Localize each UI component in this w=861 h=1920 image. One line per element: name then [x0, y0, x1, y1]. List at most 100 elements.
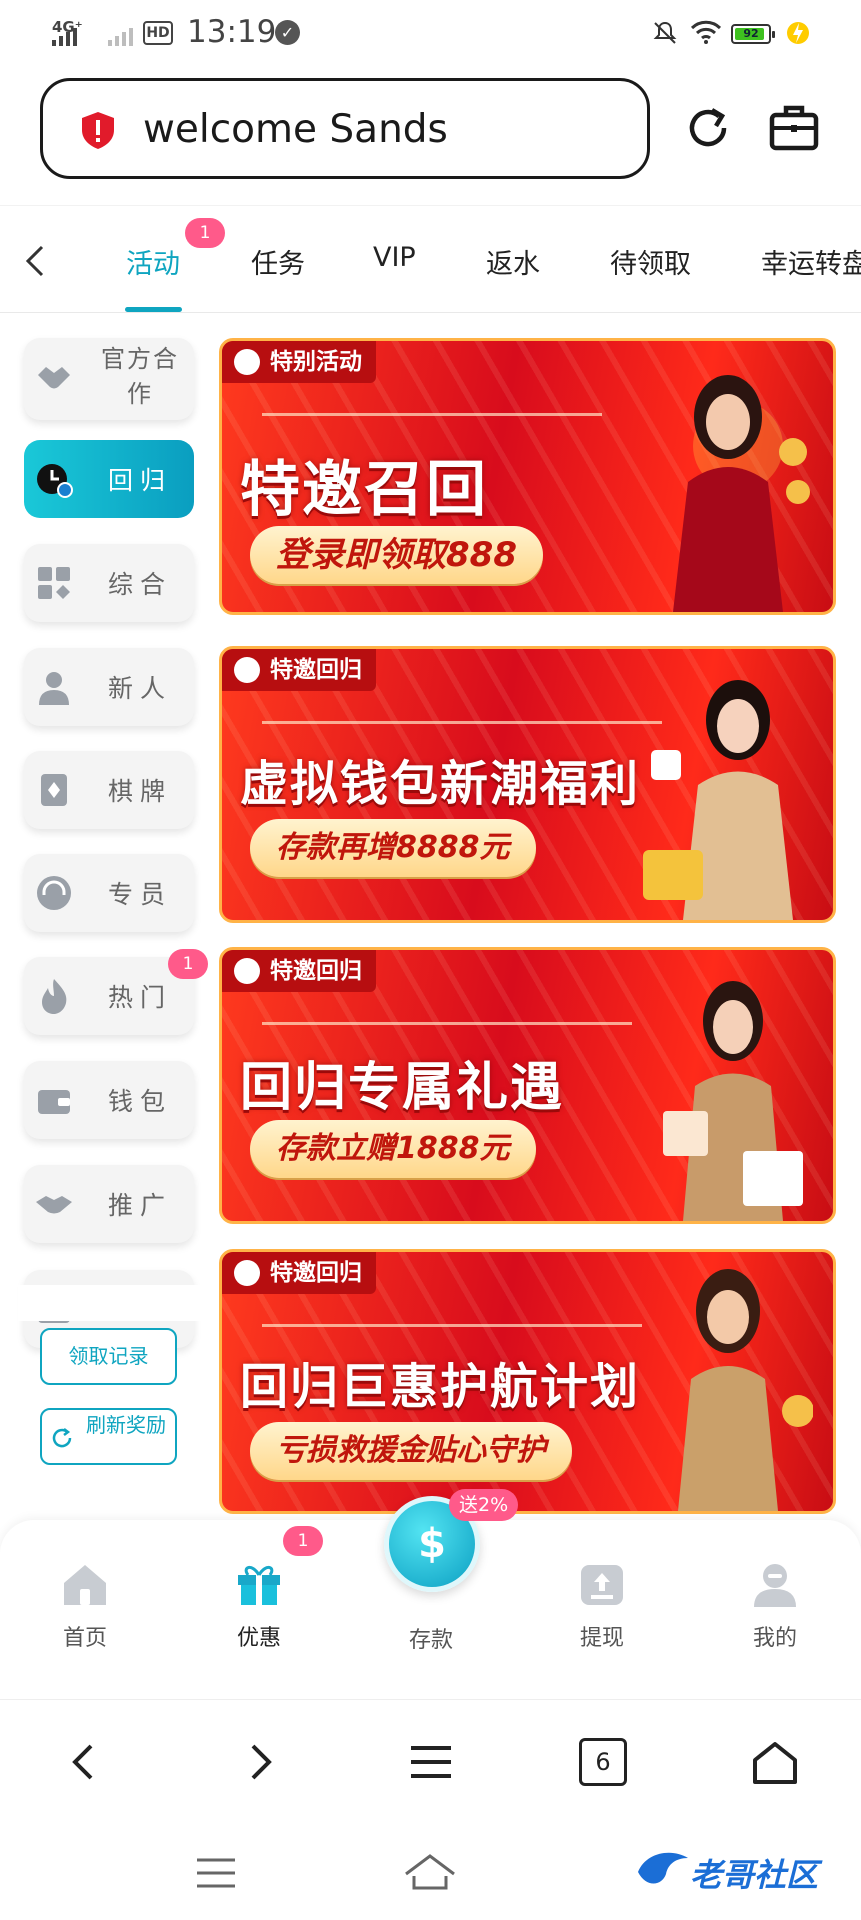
app-root: 4G⁺ HD 13:19 ✓ 92 welcome Sands 活动 1 任务 … [0, 0, 861, 1920]
tab-tasks[interactable]: 任务 [251, 242, 305, 281]
banner-tag: 特邀回归 [222, 950, 376, 992]
browser-toolbar: 6 [0, 1699, 861, 1824]
battery-icon: 92 [731, 24, 775, 44]
category-label: 综合 [107, 570, 172, 599]
address-text: welcome Sands [143, 107, 448, 152]
category-general[interactable]: 综合 [24, 544, 194, 622]
shield-warning-icon [82, 112, 114, 149]
promo-banner[interactable]: 特邀回归 回归专属礼遇 存款立赠1888元 [219, 947, 836, 1224]
banner-pill: 存款立赠1888元 [250, 1120, 536, 1178]
dragon-logo-icon [638, 1852, 688, 1884]
handshake-icon [36, 1196, 72, 1214]
tab-lucky-wheel[interactable]: 幸运转盘 [761, 242, 861, 281]
forward-icon[interactable] [235, 1738, 283, 1786]
menu-icon[interactable] [407, 1738, 455, 1786]
category-label: 回归 [107, 466, 172, 495]
list-fade [18, 1285, 208, 1321]
check-icon: ✓ [275, 20, 300, 45]
category-label: 专员 [107, 880, 172, 909]
watermark-logo: 老哥社区 [690, 1856, 819, 1894]
grid-icon [38, 567, 70, 599]
person-icon [39, 672, 69, 705]
model-image [678, 1269, 813, 1511]
back-icon[interactable] [61, 1738, 109, 1786]
signal-icon-2 [108, 28, 133, 46]
banner-tag: 特邀回归 [222, 649, 376, 691]
charging-icon [787, 22, 809, 44]
home-icon[interactable] [58, 1557, 112, 1611]
tab-activity[interactable]: 活动 [126, 242, 180, 281]
signal-icon [52, 28, 77, 46]
model-image [673, 375, 810, 612]
category-badge: 1 [168, 949, 208, 979]
status-bar: 4G⁺ HD 13:19 ✓ 92 [0, 0, 861, 66]
promo-tabs: 活动 1 任务 VIP 返水 待领取 幸运转盘 [0, 205, 861, 313]
banner-tag: 特别活动 [222, 341, 376, 383]
tab-badge: 1 [185, 218, 225, 248]
wifi-icon [690, 20, 722, 44]
profile-icon[interactable] [748, 1557, 802, 1611]
gift-icon[interactable] [232, 1557, 286, 1611]
withdraw-icon[interactable] [575, 1557, 629, 1611]
recent-apps-icon[interactable] [193, 1854, 239, 1892]
system-home-icon[interactable] [402, 1852, 458, 1892]
headset-icon [37, 876, 71, 910]
category-promote[interactable]: 推广 [24, 1165, 194, 1243]
nav-withdraw-label[interactable]: 提现 [552, 1620, 652, 1652]
banner-tag: 特邀回归 [222, 1252, 376, 1294]
category-official[interactable]: 官方合作 [24, 338, 194, 420]
banner-headline: 特邀召回 [240, 455, 488, 525]
model-image [643, 680, 793, 920]
tab-pending[interactable]: 待领取 [610, 242, 691, 281]
system-nav: 老哥社区 [0, 1824, 861, 1920]
reload-icon[interactable] [678, 98, 738, 158]
refresh-icon [52, 1428, 72, 1448]
banner-pill: 登录即领取888 [250, 526, 543, 584]
category-label: 热门 [107, 983, 172, 1012]
category-wallet[interactable]: 钱包 [24, 1061, 194, 1139]
wallet-icon [38, 1090, 70, 1114]
promo-banner[interactable]: 特邀回归 回归巨惠护航计划 亏损救援金贴心守护 [219, 1249, 836, 1514]
active-tab-indicator [125, 307, 182, 312]
refresh-rewards-button[interactable]: 刷新奖励 [40, 1408, 177, 1465]
tab-rebate[interactable]: 返水 [486, 242, 540, 281]
category-label: 官方合作 [101, 345, 179, 408]
card-icon [41, 774, 67, 806]
clock-icon [37, 464, 73, 498]
promo-banner[interactable]: 特别活动 特邀召回 登录即领取888 [219, 338, 836, 615]
banner-headline: 回归巨惠护航计划 [240, 1359, 641, 1415]
handshake-icon [38, 367, 70, 389]
flame-icon [42, 979, 67, 1014]
category-label: 棋牌 [107, 777, 172, 806]
tabs-count-button[interactable]: 6 [579, 1738, 627, 1786]
banner-pill: 存款再增8888元 [250, 819, 536, 877]
hd-icon: HD [143, 21, 173, 45]
home-page-icon[interactable] [751, 1738, 799, 1786]
battery-text: 92 [743, 27, 759, 40]
banner-headline: 虚拟钱包新潮福利 [240, 756, 641, 812]
category-chess[interactable]: 棋牌 [24, 751, 194, 829]
category-newbie[interactable]: 新人 [24, 648, 194, 726]
nav-promo-label[interactable]: 优惠 [209, 1620, 309, 1652]
category-agent[interactable]: 专员 [24, 854, 194, 932]
category-return[interactable]: 回归 [24, 440, 194, 518]
category-label: 推广 [107, 1191, 172, 1220]
category-label: 新人 [107, 674, 172, 703]
status-time: 13:19 [187, 14, 277, 50]
refresh-label: 刷新奖励 [86, 1413, 166, 1437]
claim-records-button[interactable]: 领取记录 [40, 1328, 177, 1385]
nav-home-label[interactable]: 首页 [35, 1620, 135, 1652]
tab-vip[interactable]: VIP [373, 242, 416, 273]
banner-pill: 亏损救援金贴心守护 [250, 1422, 572, 1480]
promo-banner[interactable]: 特邀回归 虚拟钱包新潮福利 存款再增8888元 [219, 646, 836, 923]
deposit-promo-badge: 送2% [449, 1489, 519, 1521]
nav-profile-label[interactable]: 我的 [725, 1620, 825, 1652]
mute-bell-icon [653, 21, 677, 44]
banner-headline: 回归专属礼遇 [240, 1058, 565, 1118]
nav-badge: 1 [283, 1526, 323, 1556]
chevron-left-icon[interactable] [22, 244, 48, 278]
address-bar[interactable]: welcome Sands [40, 78, 650, 179]
nav-deposit-label[interactable]: 存款 [381, 1622, 481, 1654]
model-image [663, 981, 803, 1221]
briefcase-icon[interactable] [764, 98, 824, 158]
